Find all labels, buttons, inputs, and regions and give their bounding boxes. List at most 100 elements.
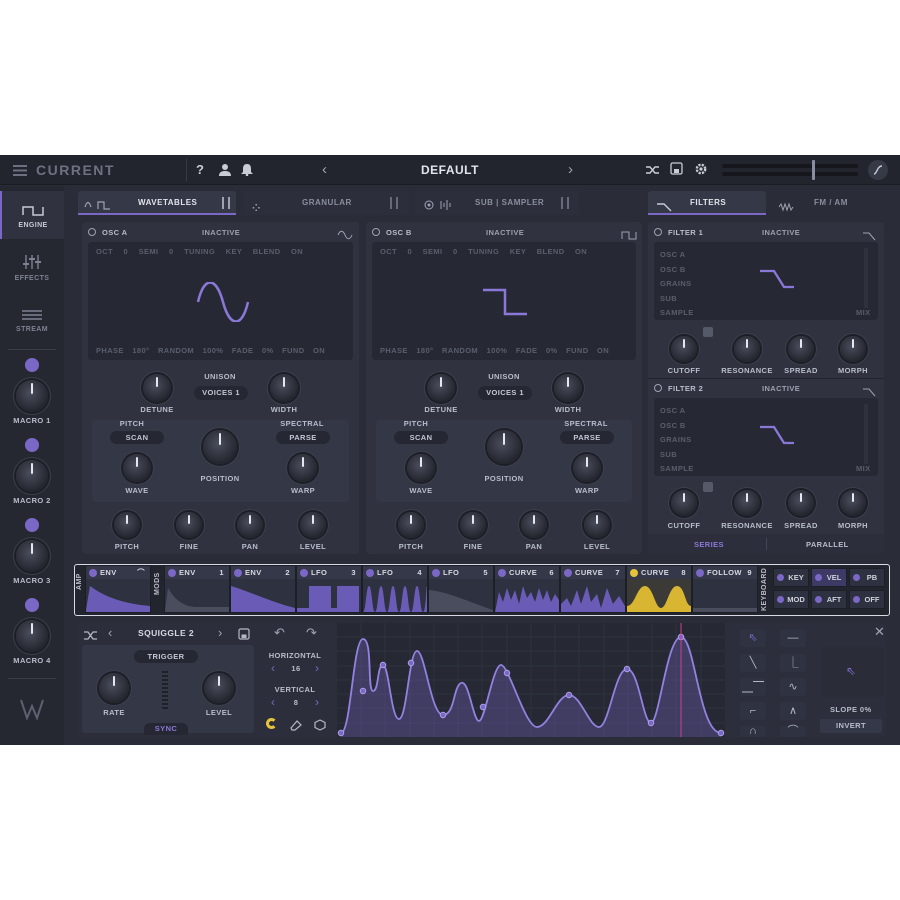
step-tool[interactable]: ⎿	[780, 654, 806, 672]
filter-1-morph-knob[interactable]	[840, 336, 866, 362]
voices-selector[interactable]: VOICES 1	[194, 386, 248, 400]
pan-knob[interactable]	[237, 512, 263, 538]
vel-button[interactable]: VEL	[811, 568, 847, 587]
macro-4-toggle[interactable]	[25, 598, 39, 612]
triangle-tool[interactable]: ∧	[780, 702, 806, 720]
filter-1-resonance-knob[interactable]	[734, 336, 760, 362]
macro-2-toggle[interactable]	[25, 438, 39, 452]
sidebar-item-effects[interactable]: EFFECTS	[0, 243, 64, 291]
slot-toggle[interactable]	[168, 569, 176, 577]
rate-knob[interactable]	[99, 673, 129, 703]
warp-knob[interactable]	[573, 454, 601, 482]
close-icon[interactable]: ✕	[874, 625, 885, 638]
horizontal-increase-button[interactable]: ›	[315, 662, 319, 674]
filter-2-cutoff-knob[interactable]	[671, 490, 697, 516]
filter-1-spread-knob[interactable]	[788, 336, 814, 362]
warp-knob[interactable]	[289, 454, 317, 482]
mod-slot-5[interactable]: LFO 5	[428, 565, 494, 613]
mod-button[interactable]: MOD	[773, 590, 809, 609]
sidebar-item-engine[interactable]: ENGINE	[0, 191, 64, 239]
next-shape-button[interactable]: ›	[218, 626, 222, 639]
filter-1-cutoff-knob[interactable]	[671, 336, 697, 362]
filter-2-morph-knob[interactable]	[840, 490, 866, 516]
sidebar-item-stream[interactable]: STREAM	[0, 295, 64, 343]
series-button[interactable]: SERIES	[694, 540, 724, 549]
macro-4-knob[interactable]	[16, 620, 48, 652]
macro-1-knob[interactable]	[16, 380, 48, 412]
next-preset-button[interactable]: ›	[568, 162, 573, 177]
detune-knob[interactable]	[427, 374, 455, 402]
pan-knob[interactable]	[521, 512, 547, 538]
mod-slot-2[interactable]: ENV 2	[230, 565, 296, 613]
mod-slot-6[interactable]: CURVE 6	[494, 565, 560, 613]
prev-preset-button[interactable]: ‹	[322, 162, 327, 177]
pitch-mode-selector[interactable]: SCAN	[110, 431, 164, 444]
s-curve-tool[interactable]: ⌐	[740, 702, 766, 720]
filter-2-resonance-knob[interactable]	[734, 490, 760, 516]
shape-preset-name[interactable]: SQUIGGLE 2	[120, 628, 212, 638]
sine-tool[interactable]: ∿	[780, 678, 806, 696]
slot-toggle[interactable]	[564, 569, 572, 577]
help-icon[interactable]: ?	[196, 163, 204, 176]
save-icon[interactable]	[238, 627, 250, 645]
filter-2-spread-knob[interactable]	[788, 490, 814, 516]
vertical-grid-value[interactable]: 8	[283, 698, 309, 707]
voices-selector[interactable]: VOICES 1	[478, 386, 532, 400]
filter-2-routing[interactable]: OSC A OSC B GRAINS SUB SAMPLE	[660, 404, 694, 477]
macro-3-toggle[interactable]	[25, 518, 39, 532]
macro-1-toggle[interactable]	[25, 358, 39, 372]
slot-toggle[interactable]	[89, 569, 97, 577]
power-icon[interactable]	[372, 228, 380, 236]
amp-env-slot[interactable]: ENV ⌒	[85, 565, 151, 613]
pitch-mode-selector[interactable]: SCAN	[394, 431, 448, 444]
shuffle-icon[interactable]	[84, 628, 97, 646]
power-icon[interactable]	[654, 384, 662, 392]
vertical-decrease-button[interactable]: ‹	[271, 696, 275, 708]
off-button[interactable]: OFF	[849, 590, 885, 609]
slot-toggle[interactable]	[630, 569, 638, 577]
filter-2-state[interactable]: INACTIVE	[762, 384, 800, 393]
horizontal-grid-value[interactable]: 16	[283, 664, 309, 673]
filter-2-display[interactable]: OSC A OSC B GRAINS SUB SAMPLE MIX	[654, 398, 878, 476]
horizontal-decrease-button[interactable]: ‹	[271, 662, 275, 674]
dice-icon[interactable]	[314, 718, 326, 736]
position-knob[interactable]	[203, 430, 237, 464]
curve-mode-button[interactable]	[868, 160, 888, 180]
tab-sub-sampler[interactable]: SUB | SAMPLER	[415, 191, 579, 215]
slot-toggle[interactable]	[300, 569, 308, 577]
prev-shape-button[interactable]: ‹	[108, 626, 112, 639]
level-knob[interactable]	[300, 512, 326, 538]
tab-fm-am[interactable]: FM / AM	[770, 191, 886, 215]
level-knob[interactable]	[204, 673, 234, 703]
filter-1-mode-icon[interactable]	[703, 327, 713, 337]
slot-toggle[interactable]	[696, 569, 704, 577]
key-button[interactable]: KEY	[773, 568, 809, 587]
mod-slot-3[interactable]: LFO 3	[296, 565, 362, 613]
wave-knob[interactable]	[123, 454, 151, 482]
slot-toggle[interactable]	[498, 569, 506, 577]
parallel-button[interactable]: PARALLEL	[806, 540, 849, 549]
slope-display[interactable]: SLOPE 0%	[830, 705, 872, 714]
position-knob[interactable]	[487, 430, 521, 464]
detune-knob[interactable]	[143, 374, 171, 402]
width-knob[interactable]	[554, 374, 582, 402]
curve-tool[interactable]: ⌒	[780, 726, 806, 737]
filter-2-mode-icon[interactable]	[703, 482, 713, 492]
tab-filters[interactable]: FILTERS	[648, 191, 766, 215]
osc-b-state[interactable]: INACTIVE	[486, 228, 524, 237]
mod-slot-9[interactable]: FOLLOW 9	[692, 565, 758, 613]
osc-b-display[interactable]: OCT 0 SEMI 0 TUNING KEY BLEND ON PHASE 1…	[372, 242, 636, 360]
pb-button[interactable]: PB	[849, 568, 885, 587]
pause-icon[interactable]	[561, 197, 569, 209]
pitch-knob[interactable]	[114, 512, 140, 538]
wave-knob[interactable]	[407, 454, 435, 482]
pointer-tool[interactable]: ⇖	[740, 629, 766, 647]
undo-icon[interactable]: ↶	[274, 626, 285, 639]
width-knob[interactable]	[270, 374, 298, 402]
filter-1-state[interactable]: INACTIVE	[762, 228, 800, 237]
trigger-selector[interactable]: TRIGGER	[134, 650, 198, 663]
mod-slot-7[interactable]: CURVE 7	[560, 565, 626, 613]
mix-slider[interactable]	[864, 404, 868, 464]
ramp-tool[interactable]: ╲	[740, 654, 766, 672]
gear-icon[interactable]	[694, 162, 708, 181]
